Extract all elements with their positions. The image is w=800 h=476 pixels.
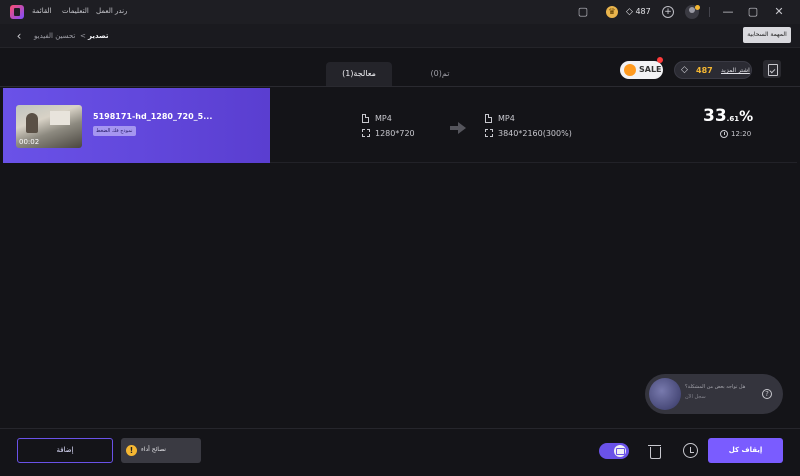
sale-label: SALE [639,65,662,74]
buy-more-link[interactable]: اشتر المزيد [721,67,750,74]
feedback-answer[interactable]: سجل الآن [685,394,706,400]
diamond-icon: ◇ [626,7,633,17]
breadcrumb-current: تصدير [88,32,109,40]
user-avatar-icon[interactable] [685,5,700,19]
menu-help[interactable]: التعليمات [62,7,89,15]
file-format-icon [485,114,492,123]
resolution-icon [362,129,370,137]
progress-unit: % [739,109,754,125]
title-divider [709,7,710,17]
email-notify-toggle[interactable] [599,443,629,459]
mail-icon [614,445,626,457]
tips-label: نصائح أداء [141,446,166,453]
gem-count-text: 487 [635,7,651,16]
eta-time: 12:20 [731,130,752,138]
menu-render[interactable]: رندر العمل [96,7,127,15]
arrow-right-icon [450,122,466,134]
tab-done[interactable]: تم(0) [410,62,470,86]
gems-count: 487 [696,66,713,75]
file-name: 5198171-hd_1280_720_5... [93,112,213,121]
input-format: MP4 [375,114,392,123]
trash-icon[interactable] [648,443,662,459]
video-thumbnail: 00:02 [16,105,82,148]
maximize-icon[interactable]: ▢ [746,5,760,19]
bottom-divider [0,428,800,429]
app-logo-icon [10,5,24,19]
performance-tips-button[interactable]: ! نصائح أداء [121,438,201,463]
breadcrumb: ‹ تحسين الفيديو < تصدير [0,24,800,48]
sale-sun-icon [624,64,636,76]
feedback-question: هل تواجه بعض من المشكلة؟ [685,384,746,390]
output-format: MP4 [498,114,515,123]
breadcrumb-parent[interactable]: تحسين الفيديو [34,32,75,40]
tab-processing[interactable]: معالجة(1) [326,62,392,86]
gem-balance[interactable]: ◇ 487 [626,5,662,19]
warning-icon: ! [126,445,137,456]
menu-main[interactable]: القائمة [32,7,52,15]
output-resolution: 3840*2160(300%) [498,129,572,138]
help-icon[interactable]: ? [762,389,772,399]
progress-fraction: .61 [726,115,740,123]
resolution-icon [485,129,493,137]
sale-badge[interactable]: SALE [620,61,663,79]
task-list-icon[interactable] [763,60,781,78]
notification-dot [657,57,663,63]
gems-pill[interactable]: ◇ 487 اشتر المزيد [674,61,752,79]
stop-all-button[interactable]: إيقاف كل [708,438,783,463]
chevron-left-icon[interactable]: ‹ [12,28,26,44]
title-bar: القائمة التعليمات رندر العمل ▢ ♛ ◇ 487 +… [0,0,800,24]
cloud-task-button[interactable]: المهمة السحابية [743,27,791,43]
close-icon[interactable]: ✕ [772,5,786,19]
model-tag: نموذج فك الضغط [93,126,136,136]
add-button[interactable]: إضافة [17,438,113,463]
progress-whole: 33 [703,106,727,126]
assistant-robot-icon [649,378,681,410]
screen-record-icon[interactable]: ▢ [577,6,589,18]
video-duration: 00:02 [19,138,40,146]
coin-icon[interactable]: ♛ [606,6,618,18]
breadcrumb-separator: < [80,32,86,40]
file-card[interactable]: 00:02 5198171-hd_1280_720_5... نموذج فك … [3,88,270,163]
plus-icon[interactable]: + [662,6,674,18]
tab-divider [0,86,800,87]
diamond-icon: ◇ [681,65,688,75]
table-row[interactable]: 00:02 5198171-hd_1280_720_5... نموذج فك … [3,88,797,163]
progress-percent: 33.61% [703,106,753,126]
minimize-icon[interactable]: — [721,5,735,19]
alarm-clock-icon[interactable] [683,443,698,458]
clock-icon [720,130,728,138]
file-format-icon [362,114,369,123]
input-resolution: 1280*720 [375,129,415,138]
